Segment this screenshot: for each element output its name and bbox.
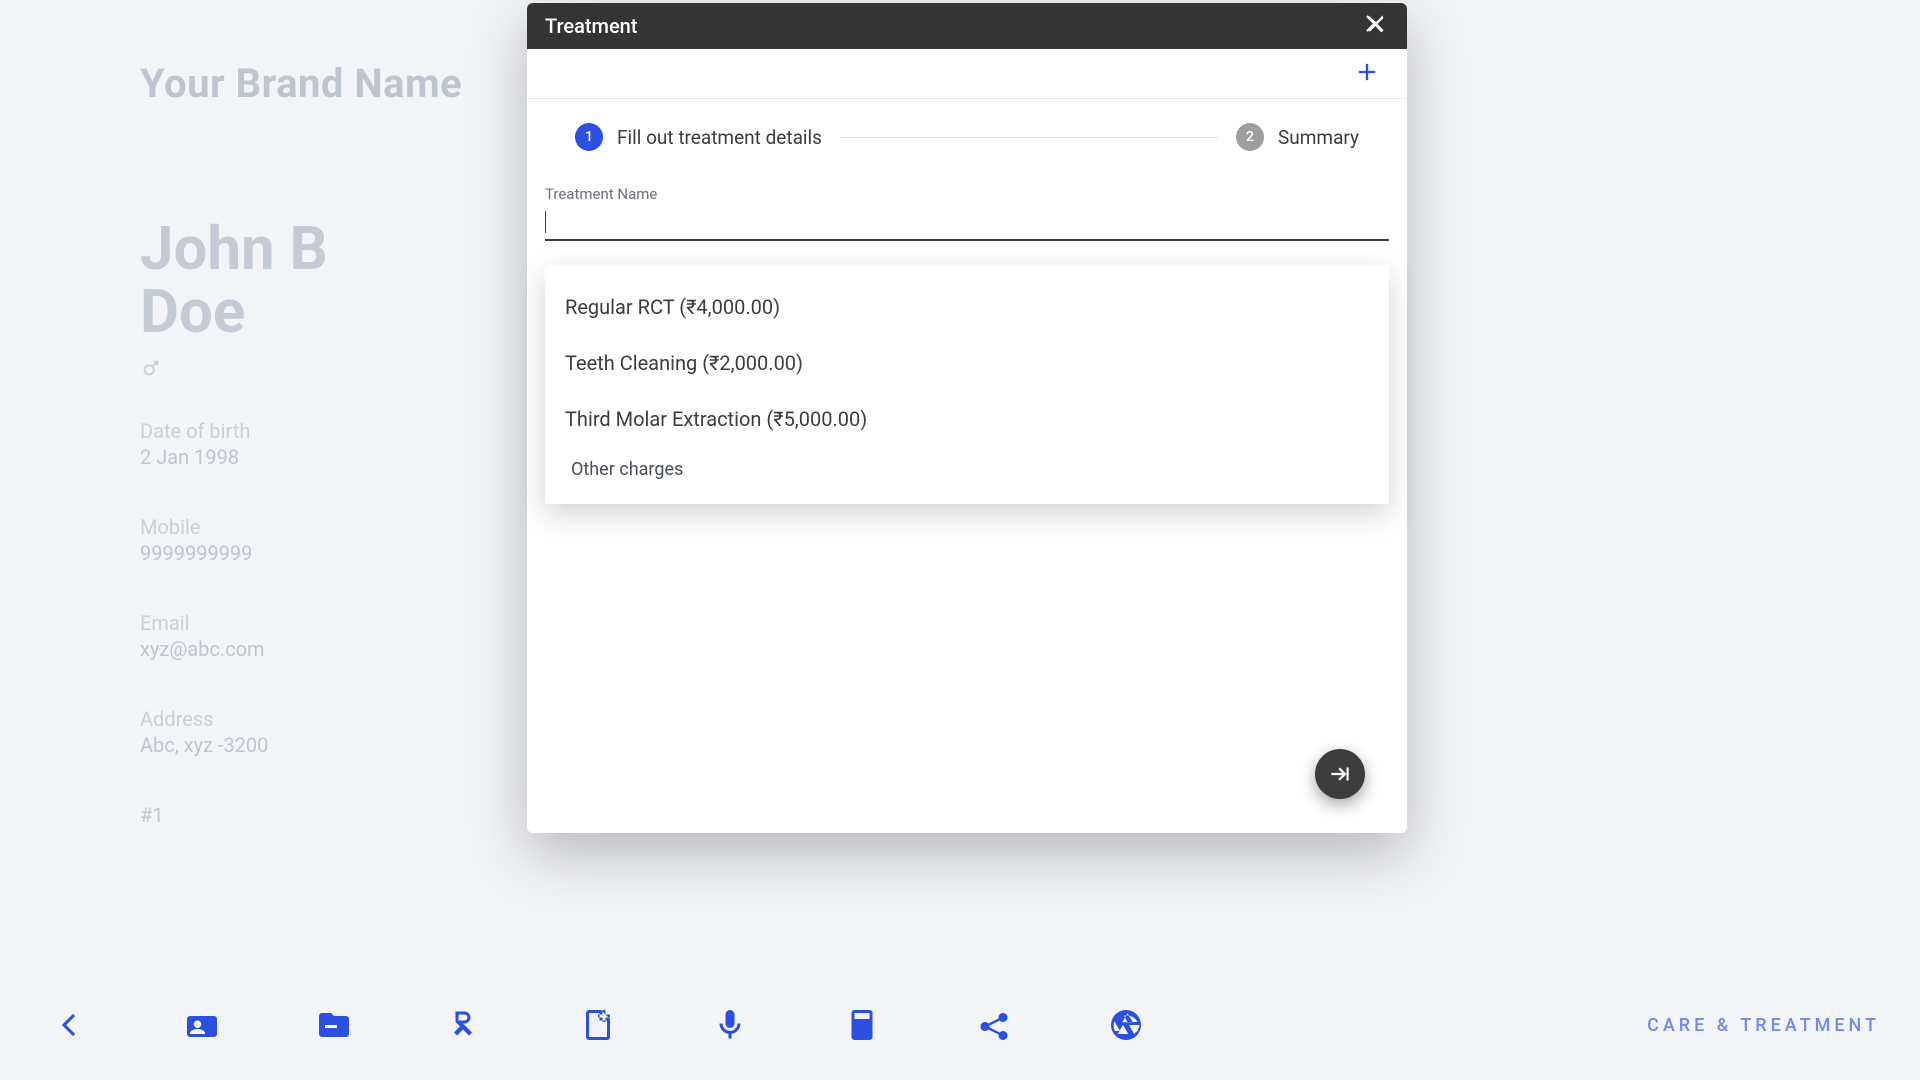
step-1-badge: 1 bbox=[575, 123, 603, 151]
bottom-toolbar: CARE & TREATMENT bbox=[0, 970, 1920, 1080]
voice-button[interactable] bbox=[700, 995, 760, 1055]
share-icon bbox=[976, 1007, 1012, 1043]
folder-icon bbox=[316, 1007, 352, 1043]
treatment-option[interactable]: Teeth Cleaning (₹2,000.00) bbox=[545, 335, 1389, 391]
treatment-option[interactable]: Third Molar Extraction (₹5,000.00) bbox=[545, 391, 1389, 447]
calculator-button[interactable] bbox=[832, 995, 892, 1055]
rx-icon bbox=[448, 1007, 484, 1043]
stepper: 1 Fill out treatment details 2 Summary bbox=[527, 99, 1407, 175]
modal-header: Treatment bbox=[527, 3, 1407, 49]
patient-card-button[interactable] bbox=[172, 995, 232, 1055]
text-caret bbox=[545, 211, 546, 233]
patient-name: John B Doe bbox=[140, 217, 400, 343]
plus-icon bbox=[1353, 58, 1381, 86]
modal-title: Treatment bbox=[545, 14, 637, 38]
chevron-left-icon bbox=[52, 1007, 88, 1043]
stepper-connector bbox=[840, 137, 1218, 138]
treatment-option[interactable]: Regular RCT (₹4,000.00) bbox=[545, 279, 1389, 335]
folder-button[interactable] bbox=[304, 995, 364, 1055]
step-2-badge: 2 bbox=[1236, 123, 1264, 151]
back-button[interactable] bbox=[40, 995, 100, 1055]
mic-icon bbox=[712, 1007, 748, 1043]
calculator-icon bbox=[844, 1007, 880, 1043]
step-1-label: Fill out treatment details bbox=[617, 126, 822, 149]
step-2[interactable]: 2 Summary bbox=[1236, 123, 1359, 151]
close-button[interactable] bbox=[1363, 11, 1389, 41]
treatment-modal: Treatment 1 Fill out treatment details 2… bbox=[527, 3, 1407, 833]
close-icon bbox=[1363, 11, 1389, 37]
care-treatment-label[interactable]: CARE & TREATMENT bbox=[1647, 1015, 1880, 1036]
note-add-icon bbox=[580, 1007, 616, 1043]
treatment-name-field: Treatment Name bbox=[527, 175, 1407, 241]
id-card-icon bbox=[184, 1007, 220, 1043]
modal-toolbar bbox=[527, 49, 1407, 99]
step-2-label: Summary bbox=[1278, 126, 1359, 149]
treatment-options-dropdown: Regular RCT (₹4,000.00) Teeth Cleaning (… bbox=[545, 265, 1389, 504]
treatment-name-label: Treatment Name bbox=[545, 185, 1389, 203]
next-button[interactable] bbox=[1315, 749, 1365, 799]
aperture-icon bbox=[1108, 1007, 1144, 1043]
camera-button[interactable] bbox=[1096, 995, 1156, 1055]
treatment-option-other[interactable]: Other charges bbox=[545, 447, 1389, 494]
arrow-right-end-icon bbox=[1327, 761, 1353, 787]
share-button[interactable] bbox=[964, 995, 1024, 1055]
add-note-button[interactable] bbox=[568, 995, 628, 1055]
treatment-name-input[interactable] bbox=[545, 203, 1389, 241]
prescription-button[interactable] bbox=[436, 995, 496, 1055]
add-treatment-button[interactable] bbox=[1353, 58, 1381, 90]
step-1[interactable]: 1 Fill out treatment details bbox=[575, 123, 822, 151]
